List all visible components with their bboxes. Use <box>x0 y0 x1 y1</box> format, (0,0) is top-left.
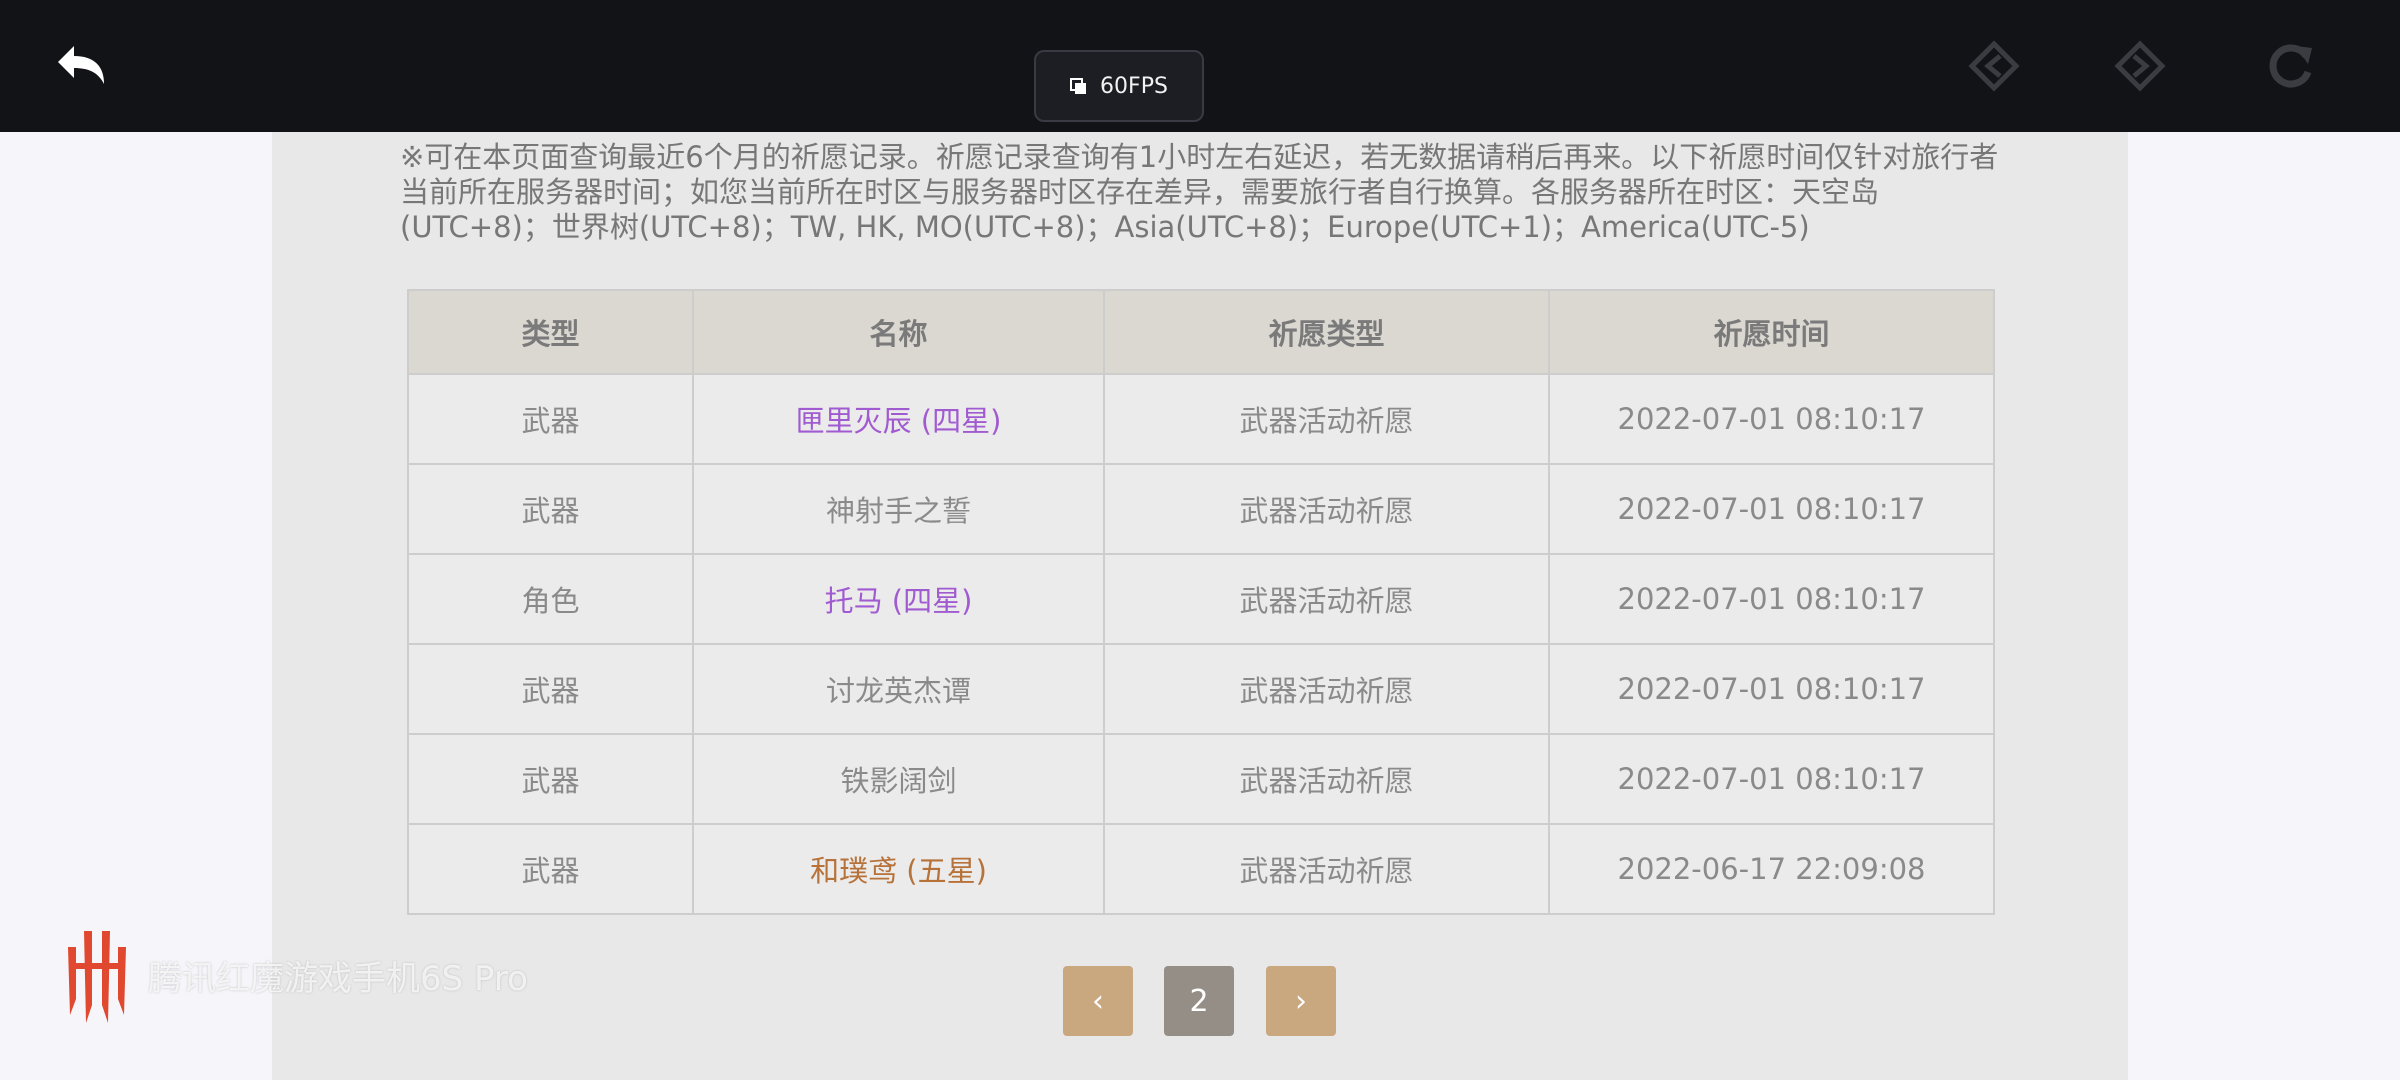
cell-wish-type: 武器活动祈愿 <box>1103 643 1550 735</box>
cell-name: 铁影阔剑 <box>692 733 1105 825</box>
top-toolbar: 60FPS <box>0 0 2400 132</box>
watermark-text: 腾讯红魔游戏手机6S Pro <box>148 958 528 999</box>
cell-name: 神射手之誓 <box>692 463 1105 555</box>
cell-time: 2022-07-01 08:10:17 <box>1548 643 1995 735</box>
cell-wish-type: 武器活动祈愿 <box>1103 373 1550 465</box>
cell-time: 2022-07-01 08:10:17 <box>1548 733 1995 825</box>
device-watermark: 腾讯红魔游戏手机6S Pro <box>60 920 528 1030</box>
cell-wish-type: 武器活动祈愿 <box>1103 553 1550 645</box>
cell-wish-type: 武器活动祈愿 <box>1103 823 1550 915</box>
red-magic-logo-icon <box>68 931 126 1023</box>
cell-type: 武器 <box>407 463 694 555</box>
chevron-left-icon: ‹ <box>1092 983 1104 1019</box>
notice-text: ※可在本页面查询最近6个月的祈愿记录。祈愿记录查询有1小时左右延迟，若无数据请稍… <box>400 140 1999 244</box>
cell-name: 讨龙英杰谭 <box>692 643 1105 735</box>
table-row: 武器 匣里灭辰 (四星) 武器活动祈愿 2022-07-01 08:10:17 <box>407 373 1995 465</box>
header-wish-type: 祈愿类型 <box>1103 289 1550 375</box>
current-page-number: 2 <box>1189 983 1209 1019</box>
cell-name: 托马 (四星) <box>692 553 1105 645</box>
cell-type: 武器 <box>407 643 694 735</box>
prev-page-icon[interactable] <box>1966 38 2022 94</box>
cell-wish-type: 武器活动祈愿 <box>1103 733 1550 825</box>
table-row: 武器 铁影阔剑 武器活动祈愿 2022-07-01 08:10:17 <box>407 733 1995 825</box>
refresh-icon[interactable] <box>2262 38 2318 94</box>
header-type: 类型 <box>407 289 694 375</box>
cell-time: 2022-07-01 08:10:17 <box>1548 463 1995 555</box>
fps-indicator[interactable]: 60FPS <box>1034 50 1204 122</box>
next-page-button[interactable]: › <box>1266 966 1336 1036</box>
table-row: 武器 讨龙英杰谭 武器活动祈愿 2022-07-01 08:10:17 <box>407 643 1995 735</box>
chevron-right-icon: › <box>1295 983 1307 1019</box>
cell-type: 武器 <box>407 373 694 465</box>
cell-name: 和璞鸢 (五星) <box>692 823 1105 915</box>
cell-time: 2022-07-01 08:10:17 <box>1548 553 1995 645</box>
header-wish-time: 祈愿时间 <box>1548 289 1995 375</box>
cell-type: 武器 <box>407 823 694 915</box>
header-name: 名称 <box>692 289 1105 375</box>
cell-wish-type: 武器活动祈愿 <box>1103 463 1550 555</box>
cell-type: 角色 <box>407 553 694 645</box>
wish-records-table: 类型 名称 祈愿类型 祈愿时间 武器 匣里灭辰 (四星) 武器活动祈愿 2022… <box>407 289 1995 915</box>
table-header-row: 类型 名称 祈愿类型 祈愿时间 <box>407 289 1995 375</box>
fps-label: 60FPS <box>1100 73 1168 99</box>
cell-time: 2022-06-17 22:09:08 <box>1548 823 1995 915</box>
table-row: 武器 和璞鸢 (五星) 武器活动祈愿 2022-06-17 22:09:08 <box>407 823 1995 915</box>
prev-page-button[interactable]: ‹ <box>1063 966 1133 1036</box>
cell-name: 匣里灭辰 (四星) <box>692 373 1105 465</box>
cell-type: 武器 <box>407 733 694 825</box>
table-row: 武器 神射手之誓 武器活动祈愿 2022-07-01 08:10:17 <box>407 463 1995 555</box>
table-row: 角色 托马 (四星) 武器活动祈愿 2022-07-01 08:10:17 <box>407 553 1995 645</box>
next-page-icon[interactable] <box>2112 38 2168 94</box>
current-page-indicator[interactable]: 2 <box>1164 966 1234 1036</box>
cell-time: 2022-07-01 08:10:17 <box>1548 373 1995 465</box>
back-icon[interactable] <box>52 34 116 98</box>
copy-icon <box>1070 77 1088 95</box>
